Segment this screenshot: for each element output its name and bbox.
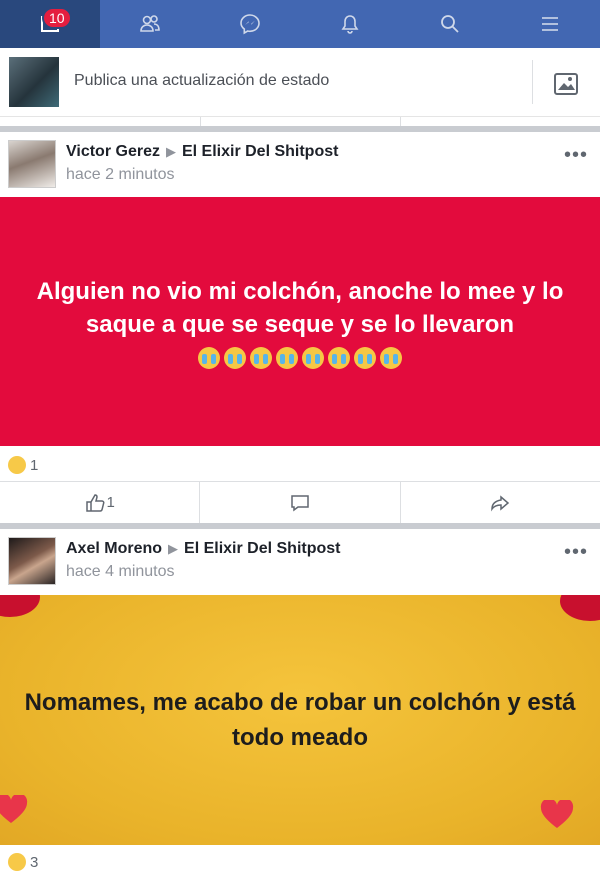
arrow-icon: ▶ — [168, 541, 179, 556]
more-options-icon[interactable]: ••• — [564, 541, 588, 564]
nav-notifications[interactable] — [300, 0, 400, 48]
reaction-count: 3 — [30, 853, 39, 871]
heart-emoji-icon — [540, 800, 574, 828]
group-name[interactable]: El Elixir Del Shitpost — [184, 540, 340, 557]
messenger-icon — [240, 14, 260, 35]
post-timestamp[interactable]: hace 4 minutos — [66, 563, 175, 581]
crying-emoji-icon — [354, 346, 376, 369]
status-input[interactable]: Publica una actualización de estado — [74, 72, 329, 90]
post-timestamp[interactable]: hace 2 minutos — [66, 166, 175, 184]
menu-icon — [542, 17, 558, 31]
sad-reaction-icon — [8, 456, 26, 474]
nav-friends[interactable] — [100, 0, 200, 48]
thumbs-up-icon — [86, 493, 105, 512]
reaction-summary[interactable]: 3 — [8, 853, 38, 871]
heart-emoji-icon — [0, 795, 28, 823]
post-text: Alguien no vio mi colchón, anoche lo mee… — [36, 277, 564, 338]
crying-emoji-icon — [328, 346, 350, 369]
crying-emoji-icon — [224, 346, 246, 369]
nav-menu[interactable] — [500, 0, 600, 48]
post-text-banner: Alguien no vio mi colchón, anoche lo mee… — [0, 197, 600, 446]
group-name[interactable]: El Elixir Del Shitpost — [182, 143, 338, 160]
post-header: Axel Moreno ▶ El Elixir Del Shitpost — [66, 540, 341, 558]
share-icon — [491, 494, 510, 511]
notification-badge: 10 — [42, 7, 72, 29]
feed-post: Axel Moreno ▶ El Elixir Del Shitpost hace … — [0, 529, 600, 881]
post-header: Victor Gerez ▶ El Elixir Del Shitpost — [66, 143, 338, 161]
crying-emoji-icon — [198, 346, 220, 369]
comment-button[interactable] — [200, 482, 401, 523]
haha-reaction-icon — [8, 853, 26, 871]
post-text: Nomames, me acabo de robar un colchón y … — [24, 689, 576, 751]
nav-search[interactable] — [400, 0, 500, 48]
status-composer: Publica una actualización de estado — [0, 48, 600, 127]
composer-bottom-strip — [0, 116, 600, 127]
feed-post: Victor Gerez ▶ El Elixir Del Shitpost hace… — [0, 132, 600, 523]
nav-messenger[interactable] — [200, 0, 300, 48]
user-avatar[interactable] — [9, 57, 59, 107]
notifications-icon — [341, 15, 359, 34]
reaction-summary[interactable]: 1 — [8, 456, 38, 474]
more-options-icon[interactable]: ••• — [564, 144, 588, 167]
corner-emoji-icon — [0, 595, 40, 617]
crying-emoji-icon — [276, 346, 298, 369]
crying-emoji-row — [198, 346, 402, 369]
nav-home[interactable]: 10 — [0, 0, 100, 48]
search-icon — [441, 15, 459, 33]
author-avatar[interactable] — [8, 537, 56, 585]
post-text-banner: Nomames, me acabo de robar un colchón y … — [0, 595, 600, 845]
post-actions: 1 — [0, 481, 600, 523]
arrow-icon: ▶ — [165, 144, 176, 159]
crying-emoji-icon — [380, 346, 402, 369]
author-name[interactable]: Axel Moreno — [66, 540, 162, 557]
share-button[interactable] — [401, 482, 600, 523]
photo-icon[interactable] — [552, 69, 580, 97]
composer-divider — [532, 60, 533, 104]
crying-emoji-icon — [250, 346, 272, 369]
reaction-count: 1 — [30, 456, 39, 474]
author-avatar[interactable] — [8, 140, 56, 188]
crying-emoji-icon — [302, 346, 324, 369]
author-name[interactable]: Victor Gerez — [66, 143, 160, 160]
top-nav-bar: 10 — [0, 0, 600, 48]
like-button[interactable]: 1 — [0, 482, 201, 523]
friends-icon — [140, 15, 160, 32]
corner-emoji-icon — [560, 595, 600, 621]
like-count: 1 — [106, 494, 115, 511]
comment-icon — [291, 494, 309, 511]
